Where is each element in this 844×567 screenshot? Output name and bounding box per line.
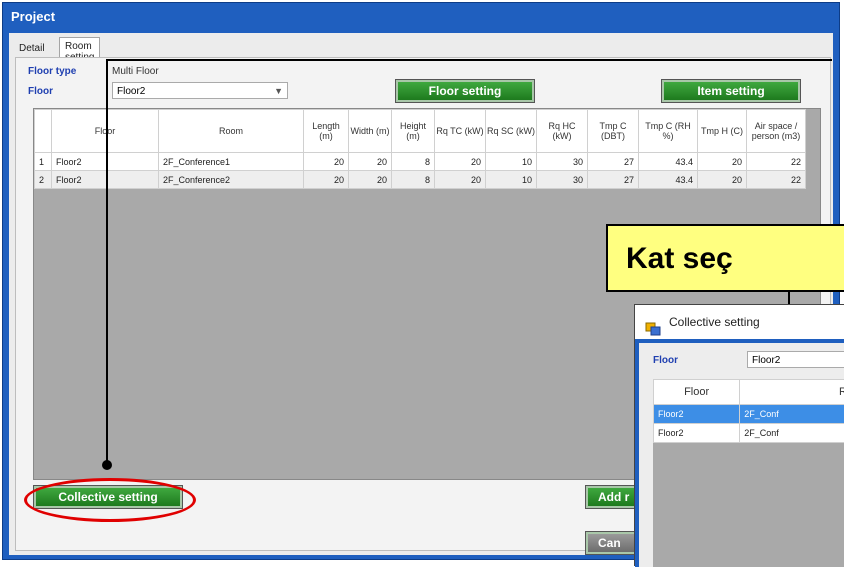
col-header-length: Length (m)	[304, 110, 349, 153]
dialog-floor-value: Floor2	[752, 355, 780, 366]
dialog-cell-floor[interactable]: Floor2	[654, 405, 740, 424]
dialog-grid[interactable]: Floor R Floor2 2F_Conf Floor2 2F_Conf	[653, 379, 844, 567]
cell-rq-tc[interactable]: 20	[435, 171, 486, 189]
floor-setting-button[interactable]: Floor setting	[396, 80, 534, 102]
leader-line-horizontal	[106, 59, 832, 61]
collective-setting-dialog: Collective setting Floor Floor2 Floor R …	[634, 304, 844, 566]
dialog-header-row: Floor R	[654, 380, 844, 405]
cell-rq-tc[interactable]: 20	[435, 153, 486, 171]
app-icon	[645, 315, 661, 329]
col-header-tmp-h: Tmp H (C)	[698, 110, 747, 153]
cell-height[interactable]: 8	[392, 171, 435, 189]
col-header-width: Width (m)	[349, 110, 392, 153]
cell-tmp-c-dbt[interactable]: 27	[588, 171, 639, 189]
dialog-floor-label: Floor	[653, 355, 678, 366]
dialog-content: Floor Floor2 Floor R Floor2 2F_Conf Floo…	[639, 343, 844, 567]
cell-floor[interactable]: Floor2	[52, 153, 159, 171]
dialog-cell-room[interactable]: 2F_Conf	[740, 424, 844, 443]
floor-select[interactable]: Floor2 ▼	[112, 82, 288, 99]
col-header-air-space: Air space / person (m3)	[747, 110, 806, 153]
leader-line-vertical	[106, 60, 108, 466]
floor-type-value: Multi Floor	[112, 66, 159, 77]
dialog-col-floor: Floor	[654, 380, 740, 405]
col-header-room: Room	[159, 110, 304, 153]
cell-rq-sc[interactable]: 10	[486, 171, 537, 189]
floor-type-label: Floor type	[28, 66, 76, 77]
row-index: 2	[35, 171, 52, 189]
cell-air-space[interactable]: 22	[747, 171, 806, 189]
cell-height[interactable]: 8	[392, 153, 435, 171]
col-header-height: Height (m)	[392, 110, 435, 153]
callout-box: Kat seç	[606, 224, 844, 292]
item-setting-button[interactable]: Item setting	[662, 80, 800, 102]
dialog-floor-select[interactable]: Floor2	[747, 351, 844, 368]
dialog-table: Floor R Floor2 2F_Conf Floor2 2F_Conf	[653, 379, 844, 443]
dialog-col-room: R	[740, 380, 844, 405]
cell-tmp-h[interactable]: 20	[698, 153, 747, 171]
dialog-titlebar: Collective setting	[635, 305, 844, 339]
cell-tmp-c-rh[interactable]: 43.4	[639, 153, 698, 171]
cell-air-space[interactable]: 22	[747, 153, 806, 171]
table-header-row: Floor Room Length (m) Width (m) Height (…	[35, 110, 806, 153]
cell-rq-sc[interactable]: 10	[486, 153, 537, 171]
cell-tmp-h[interactable]: 20	[698, 171, 747, 189]
floor-label: Floor	[28, 86, 53, 97]
col-header-rq-sc: Rq SC (kW)	[486, 110, 537, 153]
dialog-row[interactable]: Floor2 2F_Conf	[654, 405, 844, 424]
col-header-rq-hc: Rq HC (kW)	[537, 110, 588, 153]
col-header-index	[35, 110, 52, 153]
cell-length[interactable]: 20	[304, 153, 349, 171]
cell-room[interactable]: 2F_Conference2	[159, 171, 304, 189]
col-header-floor: Floor	[52, 110, 159, 153]
dialog-cell-room[interactable]: 2F_Conf	[740, 405, 844, 424]
cell-rq-hc[interactable]: 30	[537, 153, 588, 171]
tab-detail[interactable]: Detail	[15, 41, 49, 56]
cell-floor[interactable]: Floor2	[52, 171, 159, 189]
cell-tmp-c-rh[interactable]: 43.4	[639, 171, 698, 189]
col-header-tmp-c-rh: Tmp C (RH %)	[639, 110, 698, 153]
col-header-rq-tc: Rq TC (kW)	[435, 110, 486, 153]
row-index: 1	[35, 153, 52, 171]
leader-dot	[102, 460, 112, 470]
floor-select-value: Floor2	[117, 86, 145, 97]
chevron-down-icon: ▼	[274, 83, 283, 100]
cell-length[interactable]: 20	[304, 171, 349, 189]
highlight-ellipse	[24, 478, 196, 522]
cell-width[interactable]: 20	[349, 171, 392, 189]
table-row[interactable]: 1 Floor2 2F_Conference1 20 20 8 20 10 30…	[35, 153, 806, 171]
cell-tmp-c-dbt[interactable]: 27	[588, 153, 639, 171]
room-table: Floor Room Length (m) Width (m) Height (…	[34, 109, 806, 189]
cell-rq-hc[interactable]: 30	[537, 171, 588, 189]
dialog-cell-floor[interactable]: Floor2	[654, 424, 740, 443]
table-row[interactable]: 2 Floor2 2F_Conference2 20 20 8 20 10 30…	[35, 171, 806, 189]
dialog-row[interactable]: Floor2 2F_Conf	[654, 424, 844, 443]
callout-text: Kat seç	[626, 242, 733, 275]
cell-room[interactable]: 2F_Conference1	[159, 153, 304, 171]
window-title: Project	[3, 3, 839, 31]
col-header-tmp-c-dbt: Tmp C (DBT)	[588, 110, 639, 153]
cell-width[interactable]: 20	[349, 153, 392, 171]
dialog-title: Collective setting	[669, 315, 760, 329]
dialog-frame: Floor Floor2 Floor R Floor2 2F_Conf Floo…	[635, 339, 844, 567]
